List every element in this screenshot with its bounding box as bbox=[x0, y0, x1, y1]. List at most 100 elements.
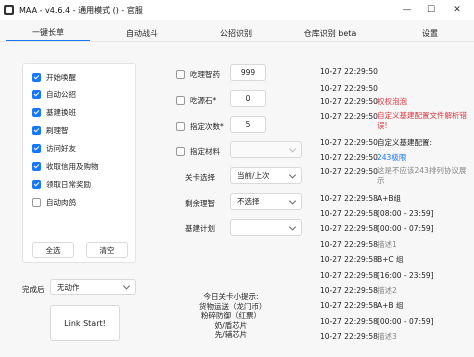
chevron-down-icon bbox=[288, 170, 297, 179]
log-time: 10-27 22:29:58 bbox=[320, 317, 378, 326]
originium-input[interactable]: 0 bbox=[230, 90, 266, 107]
task-label: 刷理智 bbox=[46, 125, 69, 135]
task-item-award[interactable]: 领取日常奖励 bbox=[32, 178, 91, 190]
option-sanity-medicine[interactable]: 吃理智药 bbox=[176, 68, 220, 80]
log-message: 描述2 bbox=[377, 286, 397, 295]
task-label: 访问好友 bbox=[46, 143, 76, 153]
log-time: 10-27 22:29:58 bbox=[320, 271, 378, 280]
main-tabs: 一键长草 自动战斗 公招识别 仓库识别 beta 设置 bbox=[0, 24, 474, 42]
tips-line: 粉碎防御（红票） bbox=[201, 311, 261, 321]
option-material[interactable]: 指定材料 bbox=[176, 145, 220, 157]
after-done-select[interactable]: 无动作 bbox=[50, 279, 136, 295]
log-time: 10-27 22:29:58 bbox=[320, 255, 378, 264]
log-time: 10-27 22:29:58 bbox=[320, 301, 378, 310]
after-done-value: 无动作 bbox=[57, 282, 80, 292]
log-time: 10-27 22:29:58 bbox=[320, 224, 378, 233]
task-item-fight[interactable]: 刷理智 bbox=[32, 124, 69, 136]
after-done-label: 完成后 bbox=[22, 285, 45, 294]
sanity-medicine-input[interactable]: 999 bbox=[230, 64, 266, 81]
log-message: [08:00 - 23:59] bbox=[377, 209, 434, 218]
task-label: 领取日常奖励 bbox=[46, 179, 91, 189]
maximize-button[interactable]: ☐ bbox=[420, 0, 442, 20]
task-item-wakeup[interactable]: 开始唤醒 bbox=[32, 71, 76, 83]
window-title: MAA - v4.6.4 - 通用模式 () - 官服 bbox=[19, 5, 143, 15]
app-icon bbox=[4, 5, 14, 15]
stage-tips: 今日关卡小提示: 货物运送（龙门币） 粉碎防御（红票） 奶/盾芯片 先/辅芯片 bbox=[199, 292, 267, 340]
option-label: 指定次数* bbox=[190, 121, 224, 131]
log-message: 自定义基建配置文件解析错误! bbox=[377, 111, 467, 130]
times-input[interactable]: 5 bbox=[230, 116, 266, 133]
log-time: 10-27 22:29:58 bbox=[320, 286, 378, 295]
log-time: 10-27 22:29:50 bbox=[320, 67, 378, 76]
task-label: 自动肉鸽 bbox=[46, 197, 76, 207]
log-message: 243极限 bbox=[377, 153, 407, 162]
log-time: 10-27 22:29:58 bbox=[320, 332, 378, 341]
task-item-mall[interactable]: 收取信用及购物 bbox=[32, 160, 99, 172]
log-time: 10-27 22:29:58 bbox=[320, 240, 378, 249]
option-label: 吃理智药 bbox=[190, 69, 220, 79]
log-message: 自定义基建配置: bbox=[377, 138, 433, 147]
tips-title: 今日关卡小提示: bbox=[203, 292, 259, 301]
option-originium[interactable]: 吃源石* bbox=[176, 94, 216, 106]
chevron-down-icon bbox=[288, 196, 297, 205]
task-item-roguelike[interactable]: 自动肉鸽 bbox=[32, 196, 76, 208]
option-label: 指定材料 bbox=[190, 146, 220, 156]
task-item-visit[interactable]: 访问好友 bbox=[32, 142, 76, 154]
close-button[interactable]: ✕ bbox=[446, 0, 468, 20]
checkbox[interactable] bbox=[32, 143, 41, 153]
tab-auto-battle[interactable]: 自动战斗 bbox=[100, 24, 184, 42]
infra-plan-select[interactable] bbox=[230, 219, 302, 236]
checkbox[interactable] bbox=[32, 89, 41, 99]
log-message: A+B 组 bbox=[377, 301, 404, 310]
log-message: 描述3 bbox=[377, 332, 397, 341]
log-time: 10-27 22:29:50 bbox=[320, 167, 378, 176]
task-label: 基建换班 bbox=[46, 107, 76, 117]
log-message: A+B组 bbox=[377, 194, 402, 203]
log-message: 描述1 bbox=[377, 240, 397, 249]
tips-line: 先/辅芯片 bbox=[214, 330, 248, 340]
minimize-button[interactable]: — bbox=[396, 0, 418, 20]
chevron-down-icon bbox=[288, 222, 297, 231]
log-message: [00:00 - 07:59] bbox=[377, 317, 434, 326]
infra-plan-label: 基建计划 bbox=[185, 224, 215, 233]
log-time: 10-27 22:29:58 bbox=[320, 209, 378, 218]
checkbox[interactable] bbox=[176, 69, 185, 79]
checkbox[interactable] bbox=[32, 161, 41, 171]
checkbox[interactable] bbox=[32, 107, 41, 117]
checkbox[interactable] bbox=[32, 72, 41, 82]
log-message: [00:00 - 07:59] bbox=[377, 224, 434, 233]
log-message: 这是不应该243排列协议展示 bbox=[377, 166, 467, 185]
remaining-select[interactable]: 不选择 bbox=[230, 193, 302, 210]
chevron-down-icon bbox=[122, 282, 131, 290]
log-message: 权权泡泡 bbox=[377, 97, 407, 106]
log-time: 10-27 22:29:50 bbox=[320, 138, 378, 147]
log-time: 10-27 22:29:50 bbox=[320, 97, 378, 106]
material-select[interactable] bbox=[230, 141, 302, 158]
remaining-value: 不选择 bbox=[237, 197, 260, 206]
checkbox[interactable] bbox=[32, 179, 41, 189]
checkbox[interactable] bbox=[32, 125, 41, 135]
checkbox[interactable] bbox=[176, 146, 185, 156]
tips-line: 奶/盾芯片 bbox=[214, 320, 248, 330]
log-time: 10-27 22:29:50 bbox=[320, 153, 378, 162]
log-message: B+C 组 bbox=[377, 255, 404, 264]
remaining-label: 剩余理智 bbox=[185, 199, 215, 208]
link-start-button[interactable]: Link Start! bbox=[50, 305, 120, 341]
title-bar: MAA - v4.6.4 - 通用模式 () - 官服 — ☐ ✕ bbox=[0, 0, 474, 20]
stage-select[interactable]: 当前/上次 bbox=[230, 167, 302, 184]
checkbox[interactable] bbox=[176, 95, 185, 105]
chevron-down-icon bbox=[288, 144, 297, 153]
tab-settings[interactable]: 设置 bbox=[390, 24, 470, 42]
task-item-infrast[interactable]: 基建换班 bbox=[32, 106, 76, 118]
tab-one-click[interactable]: 一键长草 bbox=[6, 24, 90, 42]
task-item-recruit[interactable]: 自动公招 bbox=[32, 88, 76, 100]
checkbox[interactable] bbox=[32, 197, 41, 207]
option-times[interactable]: 指定次数* bbox=[176, 120, 224, 132]
tab-depot[interactable]: 仓库识别 beta bbox=[280, 24, 380, 42]
tab-recruit[interactable]: 公招识别 bbox=[194, 24, 278, 42]
clear-button[interactable]: 清空 bbox=[86, 242, 128, 258]
select-all-button[interactable]: 全选 bbox=[32, 242, 74, 258]
tips-line: 货物运送（龙门币） bbox=[199, 301, 267, 311]
checkbox[interactable] bbox=[176, 121, 185, 131]
task-label: 收取信用及购物 bbox=[46, 161, 99, 171]
